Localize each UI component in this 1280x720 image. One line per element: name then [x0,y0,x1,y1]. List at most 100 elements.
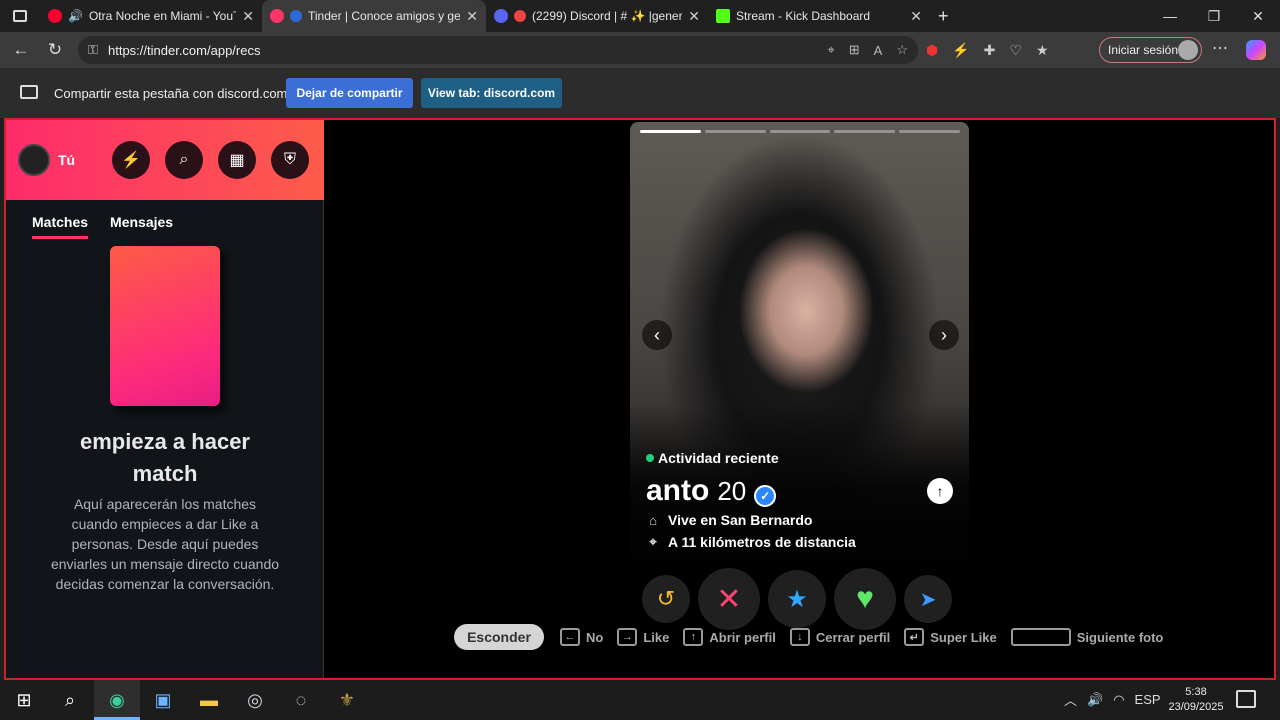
clock[interactable]: 5:38 23/09/2025 [1160,685,1232,715]
close-icon[interactable]: ✕ [910,8,922,25]
clock-time: 5:38 [1185,686,1207,698]
tab-tinder[interactable]: Tinder | Conoce amigos y ge ✕ [262,0,486,32]
nope-icon[interactable]: ✕ [698,568,760,630]
shortcut-label: Cerrar perfil [815,629,891,645]
space-key-icon [1010,628,1071,646]
shortcut-label: No [586,629,604,645]
tab-youtube[interactable]: 🔊 Otra Noche en Miami - YouT ✕ [40,0,262,32]
new-tab-button[interactable]: + [930,0,960,32]
recording-icon [514,10,526,22]
tinder-page: Tú ⚡ ⌕ ▦ ⛨ Matches Mensajes empieza a ha… [4,118,1276,680]
location-icon[interactable]: ⌖ [827,42,834,58]
youtube-favicon-icon [48,9,62,23]
app-icon[interactable]: ⊞ [849,42,860,58]
kick-favicon-icon [716,9,730,23]
close-icon[interactable]: ✕ [242,8,254,25]
taskbar: ⊞ ⌕ ◉ ▣ ▬ ◎ ◌ ⚜ ︿ 🔊 ◠ ESP 5:38 23/09/202… [0,680,1280,720]
more-options-icon[interactable]: ⋯ [1212,38,1228,58]
game-launcher-icon[interactable]: ⚜ [335,688,359,712]
read-aloud-icon[interactable]: A [874,43,883,58]
photo-progress [640,130,960,133]
tab-title: Stream - Kick Dashboard [736,9,871,23]
briefcase-icon[interactable]: ▦ [218,141,256,179]
clock-date: 23/09/2025 [1168,701,1224,713]
tab-kick[interactable]: Stream - Kick Dashboard ✕ [708,0,930,32]
site-info-icon[interactable]: ⚿ [88,42,108,58]
notifications-icon[interactable] [1236,690,1256,708]
avatar[interactable] [18,144,50,176]
right-arrow-key-icon: → [617,628,638,646]
profile-name-row: anto 20 ✓ [646,474,777,508]
discord-favicon-icon [494,9,508,23]
edge-browser-icon[interactable]: ◉ [105,688,129,712]
matches-placeholder-card [110,246,220,406]
sidebar: Tú ⚡ ⌕ ▦ ⛨ Matches Mensajes empieza a ha… [6,120,324,678]
tab-actions-menu-icon[interactable] [0,0,40,32]
activity-label: Actividad reciente [658,450,779,466]
boost-icon[interactable]: ⚡ [112,141,150,179]
open-profile-icon[interactable]: ↑ [927,478,953,504]
tinder-favicon-icon [270,9,284,23]
file-explorer-icon[interactable]: ▬ [197,688,221,712]
shortcut-label: Super Like [930,629,997,645]
signin-button[interactable]: Iniciar sesión [1099,37,1202,63]
photo-progress-segment [899,130,960,133]
next-photo-icon[interactable]: › [929,320,959,350]
tab-title: Tinder | Conoce amigos y ge [308,9,461,23]
profile-avatar-icon [1178,40,1198,60]
keyboard-shortcuts: Esconder ← No → Like ↑ Abrir perfil ↓ Cerrar… [454,624,1177,650]
close-window-icon[interactable]: ✕ [1236,0,1280,32]
close-icon[interactable]: ✕ [466,8,478,25]
copilot-icon[interactable] [1246,40,1266,60]
restore-icon[interactable]: ❐ [1192,0,1236,32]
extension-teal-icon[interactable]: ⚡ [952,42,969,59]
url-input[interactable]: ⚿ https://tinder.com/app/recs ⌖ ⊞ A ☆ [78,36,918,64]
windows-start-icon[interactable]: ⊞ [12,688,36,712]
like-heart-icon[interactable]: ♥ [834,568,896,630]
extensions-icon[interactable]: ✚ [984,42,996,59]
minimize-icon[interactable]: — [1148,0,1192,32]
reload-icon[interactable]: ↻ [38,35,72,65]
back-icon[interactable]: ← [4,35,38,65]
empty-state-text: Aquí aparecerán los matches cuando empie… [50,496,280,592]
shield-icon[interactable]: ⛨ [271,141,309,179]
rewind-icon[interactable]: ↺ [642,575,690,623]
steam-icon[interactable]: ◎ [243,688,267,712]
previous-photo-icon[interactable]: ‹ [642,320,672,350]
speaker-icon[interactable]: 🔊 [68,9,83,23]
photo-progress-segment [704,130,766,133]
obs-icon[interactable]: ◌ [289,688,313,712]
extension-red-icon[interactable]: ⬢ [926,42,938,59]
up-arrow-key-icon: ↑ [683,628,704,646]
distance-row: ⌖ A 11 kilómetros de distancia [646,534,855,550]
tab-discord[interactable]: (2299) Discord | # ✨ |genera ✕ [486,0,708,32]
shortcut-label: Siguiente foto [1076,629,1164,645]
explore-icon[interactable]: ⌕ [165,141,203,179]
search-icon[interactable]: ⌕ [58,688,82,712]
language-indicator[interactable]: ESP [1135,692,1161,707]
hide-shortcuts-button[interactable]: Esconder [454,624,544,650]
volume-icon[interactable]: 🔊 [1087,692,1103,708]
favorites-icon[interactable]: ★ [1036,42,1049,59]
browser-essentials-icon[interactable]: ♡ [1009,42,1022,59]
wifi-icon[interactable]: ◠ [1113,692,1124,708]
view-tab-button[interactable]: View tab: discord.com [421,78,562,108]
send-icon[interactable]: ➤ [904,575,952,623]
store-icon[interactable]: ▣ [151,688,175,712]
screen-share-icon [20,85,38,99]
tab-matches[interactable]: Matches [32,214,89,239]
super-like-star-icon[interactable]: ★ [768,570,826,628]
close-icon[interactable]: ✕ [688,8,700,25]
shortcut-close-profile: ↓ Cerrar perfil [789,628,891,646]
stop-sharing-button[interactable]: Dejar de compartir [286,78,413,108]
photo-progress-segment [834,130,896,133]
shortcut-like: → Like [617,628,669,646]
profile-card[interactable]: ‹ › Actividad reciente anto 20 ✓ ↑ ⌂ Viv… [630,122,969,594]
favorite-star-icon[interactable]: ☆ [896,42,908,58]
shortcut-super-like: ↵ Super Like [904,628,997,646]
my-profile-label[interactable]: Tú [58,152,75,168]
chevron-up-icon[interactable]: ︿ [1064,690,1077,709]
tab-messages[interactable]: Mensajes [110,214,173,239]
tab-title: Otra Noche en Miami - YouT [88,9,237,23]
left-arrow-key-icon: ← [560,628,580,646]
